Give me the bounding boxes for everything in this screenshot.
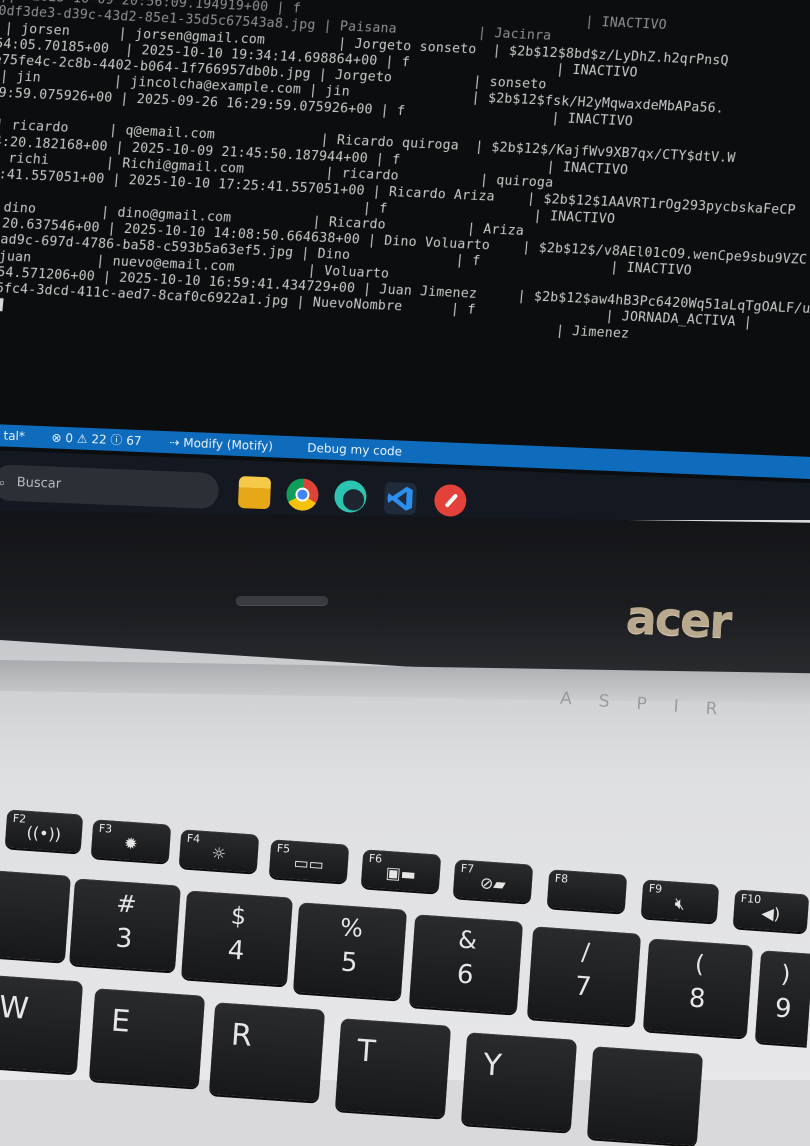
key-symbol: / (580, 937, 591, 967)
key-w[interactable]: W (0, 974, 84, 1074)
key-6[interactable]: & 6 (408, 914, 524, 1014)
key-r[interactable]: R (208, 1002, 326, 1102)
key-f9[interactable]: F9 🔇︎ (640, 879, 720, 923)
taskbar-search-box[interactable]: ⌕ Buscar (0, 464, 220, 510)
key-8[interactable]: ( 8 (642, 938, 754, 1038)
key-f5[interactable]: F5 ▭▭ (268, 839, 350, 883)
search-placeholder: Buscar (16, 475, 62, 492)
app-icon[interactable] (433, 483, 467, 518)
key-symbol: ) (780, 959, 792, 989)
key-label: F8 (554, 871, 569, 886)
key-f4[interactable]: F4 ☼ (178, 829, 260, 873)
key-f3[interactable]: F3 ✹ (90, 819, 172, 863)
volume-icon: ◀) (760, 903, 781, 924)
edge-icon[interactable] (333, 479, 368, 514)
key-4[interactable]: $ 4 (181, 890, 293, 986)
key-7[interactable]: / 7 (526, 926, 642, 1026)
key-3[interactable]: # 3 (69, 878, 181, 972)
laptop-screen: +00 || 2025-10-09 20:56:09.194919+00 | f… (0, 0, 810, 520)
status-mode[interactable]: ⇢ Modify (Motify) (169, 431, 273, 457)
key-digit: 8 (687, 983, 707, 1015)
key-u-partial[interactable] (586, 1046, 704, 1146)
brand-logo: acer (624, 589, 732, 649)
status-debug[interactable]: Debug my code (307, 437, 403, 463)
key-symbol: & (457, 925, 478, 955)
wifi-icon: ((•)) (26, 822, 62, 845)
folder-icon[interactable] (237, 476, 272, 510)
key-f6[interactable]: F6 ▣▬ (360, 849, 442, 893)
key-digit: 3 (114, 923, 134, 955)
key-5[interactable]: % 5 (292, 902, 408, 1000)
status-branch[interactable]: tal* (3, 425, 25, 448)
mute-icon: 🔇︎ (674, 893, 686, 914)
key-f8[interactable]: F8 (546, 869, 628, 913)
key-symbol: $ (229, 901, 248, 931)
key-f7[interactable]: F7 ⊘▰ (452, 859, 534, 903)
key-letter: E (109, 1003, 132, 1040)
status-mode-label: Modify (Motify) (182, 435, 274, 454)
key-f10[interactable]: F10 ◀) (732, 889, 810, 933)
vscode-icon[interactable] (383, 481, 418, 516)
key-digit: 4 (226, 935, 246, 967)
key-9[interactable]: ) 9 (754, 950, 810, 1046)
brightness-down-icon: ✹ (123, 833, 139, 854)
key-f2[interactable]: F2 ((•)) (4, 809, 84, 853)
key-symbol: % (339, 913, 364, 943)
search-icon: ⌕ (0, 475, 6, 490)
key-t[interactable]: T (334, 1018, 452, 1118)
key-2-partial[interactable] (0, 868, 71, 962)
key-digit: 6 (455, 959, 475, 991)
key-letter: R (229, 1017, 254, 1054)
key-symbol: ( (694, 949, 706, 979)
key-symbol: # (115, 889, 138, 919)
key-digit: 5 (339, 947, 359, 979)
touchpad-off-icon: ⊘▰ (479, 873, 507, 894)
terminal-output[interactable]: +00 || 2025-10-09 20:56:09.194919+00 | f… (0, 0, 810, 498)
brightness-up-icon: ☼ (211, 843, 227, 864)
key-letter: W (0, 989, 30, 1027)
screen-off-icon: ▣▬ (385, 862, 417, 885)
key-digit: 9 (773, 993, 793, 1025)
key-digit: 7 (573, 971, 593, 1003)
key-letter: Y (481, 1047, 503, 1084)
display-switch-icon: ▭▭ (293, 852, 325, 875)
chrome-icon[interactable] (285, 477, 320, 512)
key-y[interactable]: Y (460, 1032, 578, 1132)
bezel-vent (236, 596, 328, 605)
key-letter: T (355, 1033, 377, 1070)
status-problems[interactable]: ⊗ 0 ⚠ 22 ⓘ 67 (51, 426, 142, 452)
key-e[interactable]: E (88, 988, 206, 1088)
